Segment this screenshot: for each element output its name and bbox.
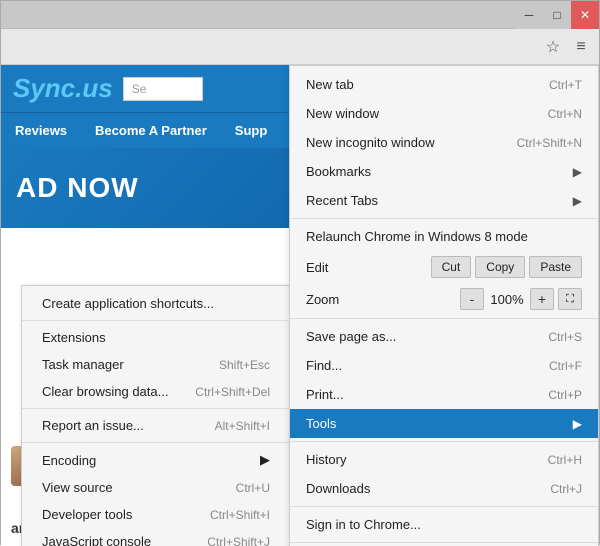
site-search[interactable]: Se <box>123 77 203 101</box>
title-bar: ─ □ ✕ <box>1 1 599 29</box>
browser-window: ─ □ ✕ ☆ ≡ Sync.us Se Reviews Become A Pa… <box>0 0 600 545</box>
zoom-row: Zoom - 100% + ⛶ <box>290 283 598 315</box>
report-issue[interactable]: Report an issue... Alt+Shift+I <box>22 412 290 439</box>
chrome-menu: New tab Ctrl+T New window Ctrl+N New inc… <box>289 65 599 546</box>
nav-reviews[interactable]: Reviews <box>1 117 81 144</box>
extensions[interactable]: Extensions <box>22 324 290 351</box>
bookmark-icon[interactable]: ☆ <box>539 33 567 61</box>
new-tab[interactable]: New tab Ctrl+T <box>290 70 598 99</box>
separator <box>22 320 290 321</box>
separator <box>290 506 598 507</box>
close-button[interactable]: ✕ <box>571 1 599 29</box>
bookmarks[interactable]: Bookmarks ▶ <box>290 157 598 186</box>
title-bar-buttons: ─ □ ✕ <box>515 1 599 28</box>
zoom-fullscreen-button[interactable]: ⛶ <box>558 288 582 310</box>
sign-in-chrome[interactable]: Sign in to Chrome... <box>290 510 598 539</box>
page-content: Sync.us Se Reviews Become A Partner Supp… <box>1 65 599 546</box>
view-source[interactable]: View source Ctrl+U <box>22 474 290 501</box>
tools[interactable]: Tools ▶ <box>290 409 598 438</box>
separator <box>290 542 598 543</box>
downloads[interactable]: Downloads Ctrl+J <box>290 474 598 503</box>
new-window[interactable]: New window Ctrl+N <box>290 99 598 128</box>
nav-supp[interactable]: Supp <box>221 117 282 144</box>
zoom-controls: - 100% + ⛶ <box>460 288 582 310</box>
recent-tabs[interactable]: Recent Tabs ▶ <box>290 186 598 215</box>
encoding[interactable]: Encoding ▶ <box>22 446 290 474</box>
menu-icon[interactable]: ≡ <box>567 33 595 61</box>
tools-submenu: Create application shortcuts... Extensio… <box>21 285 291 546</box>
relaunch-chrome[interactable]: Relaunch Chrome in Windows 8 mode <box>290 222 598 251</box>
minimize-button[interactable]: ─ <box>515 1 543 29</box>
zoom-in-button[interactable]: + <box>530 288 554 310</box>
edit-label: Edit <box>306 260 328 275</box>
javascript-console[interactable]: JavaScript console Ctrl+Shift+J <box>22 528 290 546</box>
banner-text: AD NOW <box>16 172 139 204</box>
browser-toolbar: ☆ ≡ <box>1 29 599 65</box>
copy-button[interactable]: Copy <box>475 256 525 278</box>
separator <box>290 441 598 442</box>
paste-button[interactable]: Paste <box>529 256 582 278</box>
new-incognito-window[interactable]: New incognito window Ctrl+Shift+N <box>290 128 598 157</box>
separator <box>22 442 290 443</box>
find[interactable]: Find... Ctrl+F <box>290 351 598 380</box>
separator <box>22 408 290 409</box>
edit-row: Edit Cut Copy Paste <box>290 251 598 283</box>
site-logo: Sync.us <box>13 73 113 104</box>
clear-browsing-data[interactable]: Clear browsing data... Ctrl+Shift+Del <box>22 378 290 405</box>
save-page-as[interactable]: Save page as... Ctrl+S <box>290 322 598 351</box>
history[interactable]: History Ctrl+H <box>290 445 598 474</box>
zoom-out-button[interactable]: - <box>460 288 484 310</box>
separator <box>290 218 598 219</box>
task-manager[interactable]: Task manager Shift+Esc <box>22 351 290 378</box>
create-app-shortcuts[interactable]: Create application shortcuts... <box>22 290 290 317</box>
maximize-button[interactable]: □ <box>543 1 571 29</box>
nav-partner[interactable]: Become A Partner <box>81 117 221 144</box>
edit-buttons: Cut Copy Paste <box>431 256 582 278</box>
developer-tools[interactable]: Developer tools Ctrl+Shift+I <box>22 501 290 528</box>
cut-button[interactable]: Cut <box>431 256 472 278</box>
zoom-label: Zoom <box>306 292 339 307</box>
zoom-value: 100% <box>488 292 526 307</box>
print[interactable]: Print... Ctrl+P <box>290 380 598 409</box>
separator <box>290 318 598 319</box>
